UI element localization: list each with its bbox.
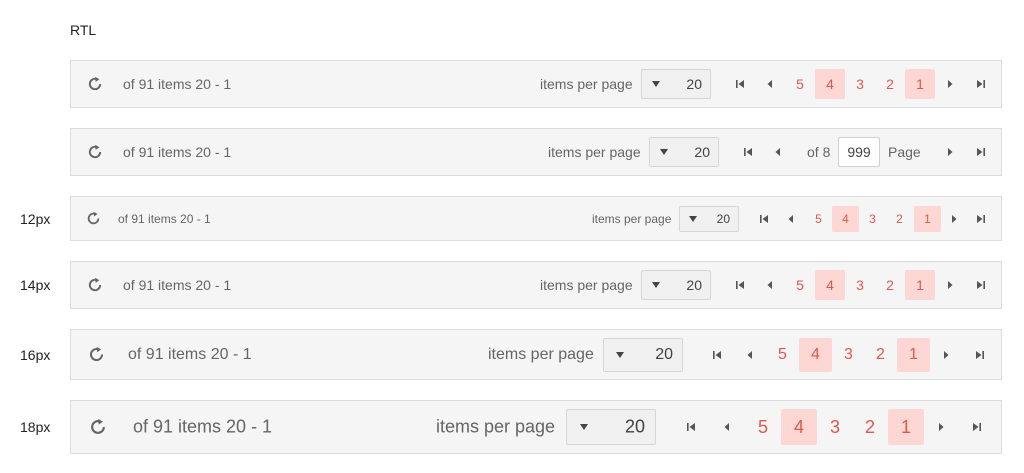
items-per-page-label: items per page [540, 277, 633, 293]
pager-14px: of 91 items 20 - 1 items per page 20 5 4… [70, 261, 1002, 309]
page-number[interactable]: 5 [766, 338, 799, 372]
total-pages-label: of 8 [807, 144, 831, 160]
page-size-value: 20 [655, 345, 673, 363]
last-page-icon[interactable] [973, 211, 989, 227]
page-number[interactable]: 5 [745, 409, 781, 445]
page-number-selected[interactable]: 1 [905, 69, 935, 99]
pager-info: of 91 items 20 - 1 [123, 144, 232, 160]
page-number[interactable]: 4 [781, 409, 817, 445]
page-number[interactable]: 5 [785, 270, 815, 300]
items-per-page-label: items per page [548, 144, 641, 160]
first-page-icon[interactable] [732, 76, 748, 92]
pager-12px: of 91 items 20 - 1 items per page 20 5 4… [70, 196, 1002, 241]
pager-info: of 91 items 20 - 1 [133, 416, 273, 437]
caret-down-icon [652, 81, 660, 87]
caret-down-icon [689, 215, 697, 222]
direction-label: RTL [70, 22, 97, 38]
page-number[interactable]: 2 [864, 338, 897, 372]
font-size-label: 18px [20, 419, 51, 435]
page-size-dropdown[interactable]: 20 [641, 69, 711, 99]
font-size-label: 12px [20, 211, 51, 227]
page-number[interactable]: 4 [799, 337, 832, 372]
refresh-icon[interactable] [86, 345, 106, 365]
font-size-label: 16px [20, 347, 51, 363]
page-number[interactable]: 3 [859, 206, 886, 232]
page-number-selected[interactable]: 1 [897, 337, 930, 372]
pager-18px: of 91 items 20 - 1 items per page 20 5 4… [70, 400, 1002, 454]
page-number[interactable]: 3 [817, 409, 853, 445]
pager-info: of 91 items 20 - 1 [118, 211, 211, 226]
previous-page-icon[interactable] [742, 347, 758, 363]
items-per-page-label: items per page [592, 211, 672, 226]
next-page-icon[interactable] [938, 347, 954, 363]
page-label: Page [888, 144, 921, 160]
last-page-icon[interactable] [973, 76, 989, 92]
last-page-icon[interactable] [969, 419, 985, 435]
previous-page-icon[interactable] [762, 277, 778, 293]
refresh-icon[interactable] [84, 210, 102, 228]
page-number[interactable]: 3 [845, 69, 875, 99]
page-number[interactable]: 4 [815, 69, 845, 99]
page-number[interactable]: 2 [875, 270, 905, 300]
caret-down-icon [580, 424, 588, 430]
next-page-icon[interactable] [946, 211, 962, 227]
items-per-page-label: items per page [436, 416, 556, 437]
first-page-icon[interactable] [756, 211, 772, 227]
page-size-dropdown[interactable]: 20 [679, 205, 739, 232]
pager: of 91 items 20 - 1 items per page 20 5 4… [70, 60, 1002, 108]
page-number[interactable]: 2 [875, 69, 905, 99]
first-page-icon[interactable] [740, 144, 756, 160]
previous-page-icon[interactable] [719, 419, 735, 435]
page-size-dropdown[interactable]: 20 [566, 409, 656, 445]
page-number[interactable]: 5 [805, 206, 832, 232]
previous-page-icon[interactable] [783, 211, 799, 227]
page-number[interactable]: 3 [832, 338, 865, 372]
page-number[interactable]: 2 [886, 206, 913, 232]
caret-down-icon [660, 149, 668, 155]
previous-page-icon[interactable] [770, 144, 786, 160]
page-number[interactable]: 2 [852, 409, 888, 445]
page-number-selected[interactable]: 1 [914, 205, 941, 232]
last-page-icon[interactable] [973, 277, 989, 293]
next-page-icon[interactable] [942, 144, 958, 160]
next-page-icon[interactable] [933, 419, 949, 435]
refresh-icon[interactable] [87, 416, 109, 438]
items-per-page-label: items per page [488, 345, 594, 363]
page-size-value: 20 [624, 416, 645, 437]
caret-down-icon [616, 351, 624, 358]
page-size-dropdown[interactable]: 20 [649, 137, 719, 167]
pager-info: of 91 items 20 - 1 [123, 277, 232, 293]
page-size-value: 20 [686, 76, 702, 92]
first-page-icon[interactable] [732, 277, 748, 293]
page-number[interactable]: 4 [815, 270, 845, 300]
page-size-dropdown[interactable]: 20 [641, 270, 711, 300]
refresh-icon[interactable] [85, 275, 105, 295]
page-input[interactable]: 999 [838, 137, 880, 167]
pager-info: of 91 items 20 - 1 [123, 76, 232, 92]
items-per-page-label: items per page [540, 76, 633, 92]
page-number-selected[interactable]: 1 [888, 409, 924, 445]
last-page-icon[interactable] [973, 144, 989, 160]
page-number[interactable]: 5 [785, 69, 815, 99]
page-size-value: 20 [716, 211, 730, 226]
refresh-icon[interactable] [85, 74, 105, 94]
page-number-selected[interactable]: 1 [905, 270, 935, 300]
first-page-icon[interactable] [709, 347, 725, 363]
page-number[interactable]: 3 [845, 270, 875, 300]
last-page-icon[interactable] [972, 347, 988, 363]
page-number[interactable]: 4 [832, 205, 859, 232]
pager-16px: of 91 items 20 - 1 items per page 20 5 4… [70, 329, 1002, 380]
page-size-value: 20 [686, 277, 702, 293]
refresh-icon[interactable] [85, 142, 105, 162]
next-page-icon[interactable] [942, 76, 958, 92]
page-size-value: 20 [694, 144, 710, 160]
first-page-icon[interactable] [683, 419, 699, 435]
caret-down-icon [652, 282, 660, 288]
pager-info: of 91 items 20 - 1 [128, 345, 252, 363]
page-size-dropdown[interactable]: 20 [603, 337, 683, 372]
font-size-label: 14px [20, 277, 51, 293]
next-page-icon[interactable] [942, 277, 958, 293]
previous-page-icon[interactable] [762, 76, 778, 92]
pager-input-mode: of 91 items 20 - 1 items per page 20 of … [70, 128, 1002, 176]
